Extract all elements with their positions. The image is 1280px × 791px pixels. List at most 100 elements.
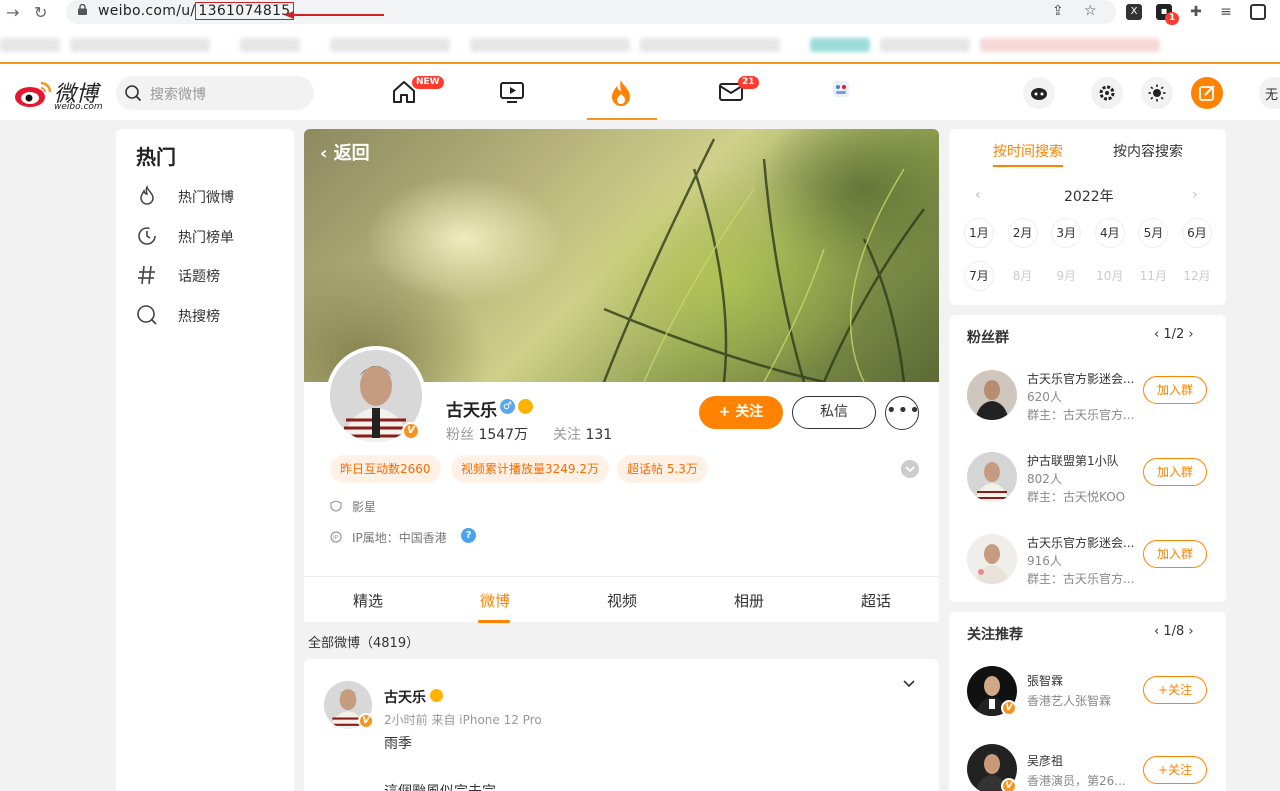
account-button[interactable]: 无 <box>1259 77 1280 109</box>
fan-groups-card: 粉丝群 ‹ 1/2 › 古天乐官方影迷会... 620人 群主：古天乐官方...… <box>949 315 1226 602</box>
back-label: 返回 <box>333 143 370 164</box>
group-owner: 群主：古天悦KOO <box>1027 490 1126 504</box>
star-icon[interactable]: ☆ <box>1084 3 1097 19</box>
chevron-down-icon <box>905 466 915 473</box>
tab-search-by-time[interactable]: 按时间搜索 <box>993 141 1063 161</box>
expand-info-button[interactable] <box>901 460 919 478</box>
chevron-left-icon[interactable]: ‹ <box>1154 624 1159 639</box>
bookmarks-bar <box>0 30 1280 60</box>
group-name: 古天乐官方影迷会... <box>1027 536 1135 550</box>
tab-featured[interactable]: 精选 <box>328 590 408 611</box>
back-button[interactable]: ‹ 返回 <box>320 139 370 165</box>
chevron-left-icon[interactable]: ‹ <box>1154 327 1159 342</box>
user-desc: 香港演员，第26... <box>1027 774 1126 788</box>
emoji-icon <box>518 399 533 414</box>
next-year-icon[interactable]: › <box>1192 187 1198 203</box>
address-bar[interactable]: weibo.com/u/1361074815 ⇪ ☆ <box>66 0 1116 24</box>
month-button[interactable]: 4月 <box>1094 218 1125 248</box>
weibo-logo[interactable]: 微博 weibo.com <box>14 76 110 112</box>
group-name: 护古联盟第1小队 <box>1027 454 1119 468</box>
url-prefix: weibo.com/u/ <box>98 3 196 19</box>
fan-group-item[interactable]: 古天乐官方影迷会... 620人 群主：古天乐官方... 加入群 <box>967 370 1212 430</box>
chevron-down-icon[interactable] <box>902 677 916 691</box>
chat-button[interactable] <box>1023 77 1055 109</box>
tab-supertopic[interactable]: 超话 <box>836 590 916 611</box>
bookmark-blur <box>240 38 300 52</box>
sun-icon <box>1148 84 1166 102</box>
tag-video-views[interactable]: 视频累计播放量3249.2万 <box>451 455 609 483</box>
active-tab-indicator <box>993 165 1063 167</box>
share-icon[interactable]: ⇪ <box>1052 3 1064 19</box>
search-input[interactable]: 搜索微博 <box>116 76 314 110</box>
group-avatar <box>967 534 1017 584</box>
join-group-button[interactable]: 加入群 <box>1143 458 1207 486</box>
fans-count[interactable]: 1547万 <box>478 427 528 443</box>
sidebar-item-hot-weibo[interactable]: 热门微博 <box>136 185 286 207</box>
sidebar-toggle-icon[interactable] <box>1250 4 1266 20</box>
puzzle-icon[interactable]: ✚ <box>1188 4 1204 20</box>
chevron-right-icon[interactable]: › <box>1188 624 1193 639</box>
nav-game[interactable] <box>830 78 860 108</box>
join-group-button[interactable]: 加入群 <box>1143 376 1207 404</box>
year-label: 2022年 <box>1064 189 1114 205</box>
month-button[interactable]: 2月 <box>1007 218 1038 248</box>
search-icon <box>125 85 142 102</box>
profile-name: 古天乐 <box>446 401 497 421</box>
emoji-icon <box>430 689 443 702</box>
help-icon[interactable]: ? <box>461 528 476 543</box>
bookmark-blur <box>640 38 780 52</box>
nav-video[interactable] <box>498 78 528 108</box>
tab-video[interactable]: 视频 <box>582 590 662 611</box>
compose-button[interactable] <box>1191 77 1223 109</box>
ip-location: IP属地：中国香港 <box>352 531 447 545</box>
more-button[interactable]: ••• <box>885 396 920 430</box>
feed-post: V 古天乐 2小时前 来自 iPhone 12 Pro 雨季 這個颱風似完未完 <box>304 659 939 791</box>
prev-year-icon[interactable]: ‹ <box>975 187 981 203</box>
tab-weibo[interactable]: 微博 <box>455 590 535 611</box>
time-search-card: 按时间搜索 按内容搜索 ‹ 2022年 › 1月 2月 3月 4月 5月 6月 7月 8月 9月… <box>949 129 1226 305</box>
reading-list-icon[interactable]: ≡ <box>1218 4 1234 20</box>
sidebar-title: 热门 <box>136 145 176 169</box>
follow-button[interactable]: + 关注 <box>699 396 783 429</box>
month-button[interactable]: 7月 <box>964 261 994 291</box>
fan-group-item[interactable]: 护古联盟第1小队 802人 群主：古天悦KOO 加入群 <box>967 452 1212 512</box>
message-button[interactable]: 私信 <box>792 396 876 429</box>
join-group-button[interactable]: 加入群 <box>1143 540 1207 568</box>
month-button: 12月 <box>1183 269 1211 283</box>
month-button: 11月 <box>1139 269 1168 283</box>
chevron-right-icon[interactable]: › <box>1188 327 1193 342</box>
search-placeholder: 搜索微博 <box>150 87 206 103</box>
tab-search-by-content[interactable]: 按内容搜索 <box>1113 141 1183 161</box>
tab-album[interactable]: 相册 <box>709 590 789 611</box>
theme-toggle-button[interactable] <box>1141 77 1173 109</box>
reload-icon[interactable]: ↻ <box>34 3 47 22</box>
fan-groups-title: 粉丝群 <box>967 330 1009 346</box>
tag-interactions[interactable]: 昨日互动数2660 <box>330 455 441 483</box>
bookmark-blur <box>980 38 1160 52</box>
month-button[interactable]: 3月 <box>1051 218 1082 248</box>
weibo-count: 全部微博（4819） <box>308 636 420 651</box>
post-author[interactable]: 古天乐 <box>384 687 426 707</box>
recommend-item[interactable]: V 吴彦祖 香港演员，第26... +关注 <box>967 744 1212 791</box>
nav-hot[interactable] <box>607 78 637 108</box>
recommend-item[interactable]: V 張智霖 香港艺人张智霖 +关注 <box>967 666 1212 726</box>
month-button[interactable]: 5月 <box>1138 218 1169 248</box>
month-button[interactable]: 6月 <box>1182 218 1212 248</box>
sidebar-item-hot-search[interactable]: 热搜榜 <box>136 304 286 326</box>
month-button[interactable]: 1月 <box>964 218 994 248</box>
sidebar-item-topics[interactable]: 话题榜 <box>136 264 286 286</box>
profile-tabs: 精选 微博 视频 相册 超话 <box>304 576 939 623</box>
follow-user-button[interactable]: +关注 <box>1143 676 1207 704</box>
sidebar-item-hot-list[interactable]: 热门榜单 <box>136 225 286 247</box>
extension-x-icon[interactable]: X <box>1126 4 1142 20</box>
tag-supertopic[interactable]: 超话帖 5.3万 <box>617 455 708 483</box>
forward-icon[interactable]: → <box>6 3 19 22</box>
fan-group-item[interactable]: 古天乐官方影迷会... 916人 群主：古天乐官方... 加入群 <box>967 534 1212 594</box>
follow-user-button[interactable]: +关注 <box>1143 756 1207 784</box>
search-ring-icon <box>137 305 157 325</box>
settings-button[interactable] <box>1091 77 1123 109</box>
url-user-id: 1361074815 <box>195 2 294 20</box>
category-text: 影星 <box>352 500 377 514</box>
following-count[interactable]: 131 <box>585 427 612 443</box>
user-name: 吴彦祖 <box>1027 754 1064 768</box>
